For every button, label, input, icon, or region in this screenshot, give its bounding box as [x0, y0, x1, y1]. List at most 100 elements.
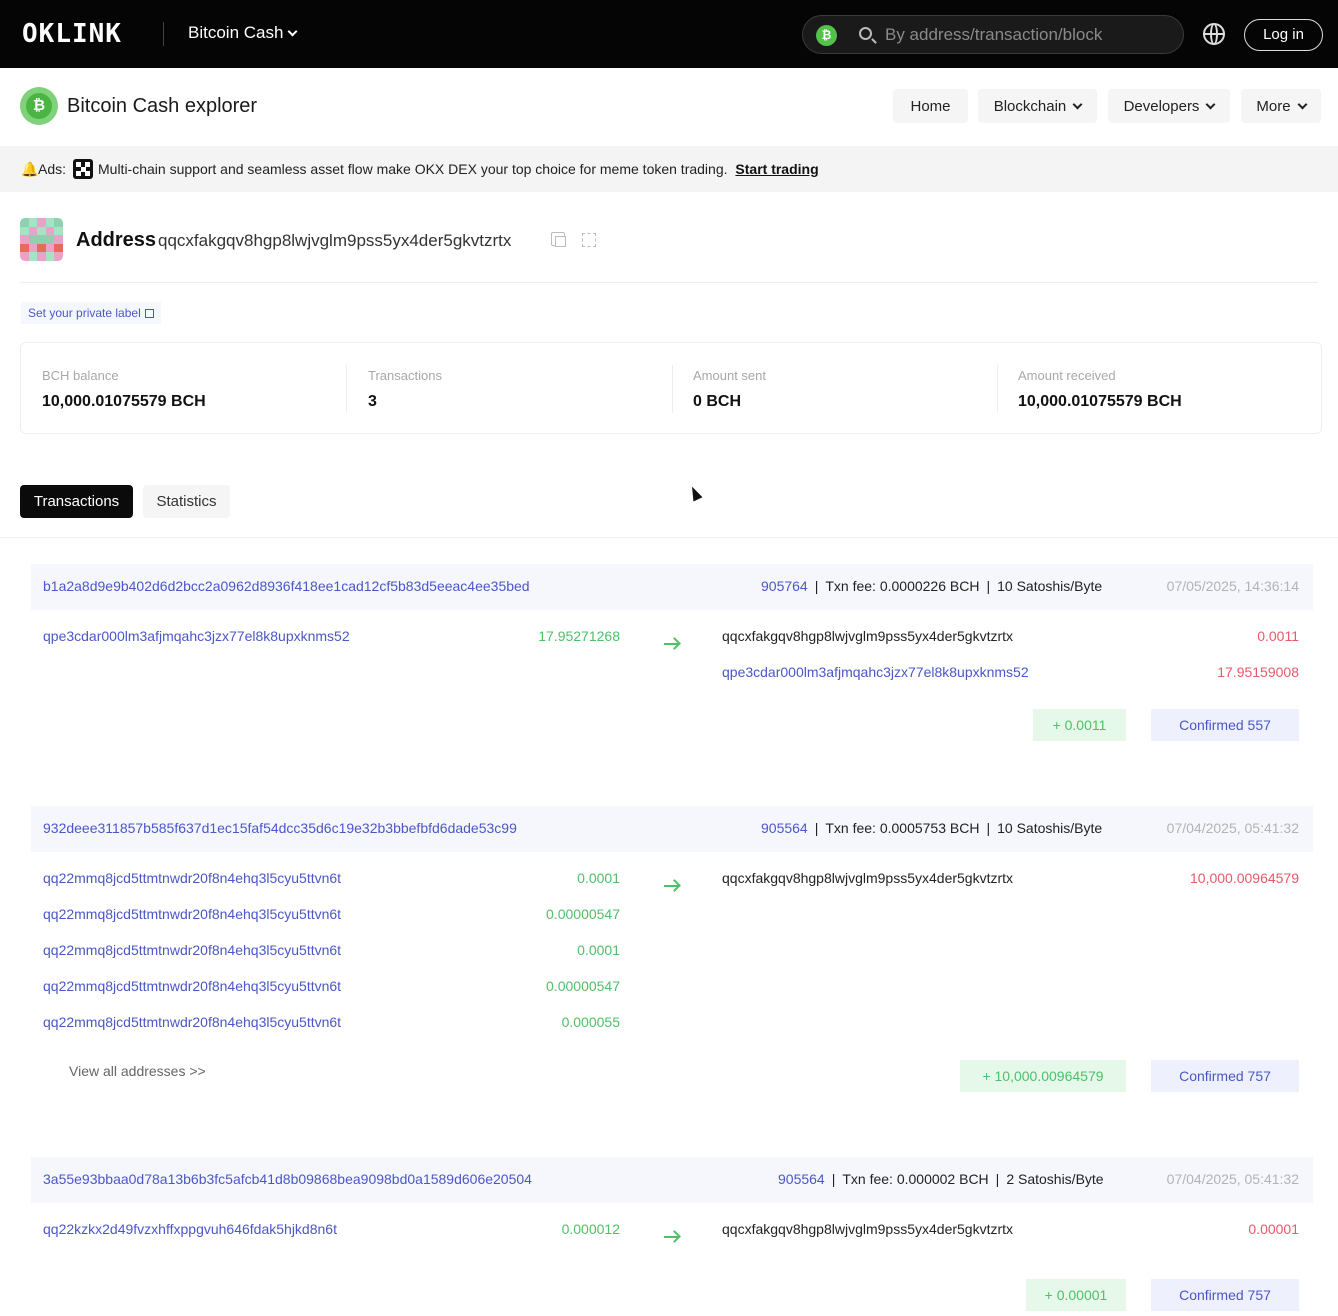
address-stats: BCH balance 10,000.01075579 BCH Transact…	[20, 342, 1322, 434]
explorer-brand[interactable]: ₿ Bitcoin Cash explorer	[20, 87, 257, 125]
stat-label: Transactions	[368, 368, 442, 383]
confirmations-badge: Confirmed 757	[1151, 1279, 1299, 1311]
tx-rate: 10 Satoshis/Byte	[997, 578, 1103, 594]
tx-hash-link[interactable]: 932deee311857b585f637d1ec15faf54dcc35d6c…	[43, 820, 517, 836]
input-address-link[interactable]: qq22mmq8jcd5ttmtnwdr20f8n4ehq3l5cyu5ttvn…	[43, 978, 341, 994]
input-address-link[interactable]: qq22mmq8jcd5ttmtnwdr20f8n4ehq3l5cyu5ttvn…	[43, 942, 341, 958]
tx-header: 932deee311857b585f637d1ec15faf54dcc35d6c…	[31, 806, 1313, 852]
ads-banner: 🔔 Ads: Multi-chain support and seamless …	[0, 146, 1338, 192]
stat-label: Amount received	[1018, 368, 1116, 383]
divider	[20, 282, 1318, 283]
output-address: qqcxfakgqv8hgp8lwjvglm9pss5yx4der5gkvtzr…	[722, 870, 1014, 886]
output-amount: 0.0011	[1257, 628, 1299, 644]
input-address-link[interactable]: qpe3cdar000lm3afjmqahc3jzx77el8k8upxknms…	[43, 628, 350, 644]
input-address-link[interactable]: qq22mmq8jcd5ttmtnwdr20f8n4ehq3l5cyu5ttvn…	[43, 906, 341, 922]
stat-value: 3	[368, 393, 377, 410]
top-divider	[163, 22, 164, 46]
stat-divider	[672, 365, 673, 413]
tx-meta: 905564 | Txn fee: 0.000002 BCH | 2 Satoshis/…	[778, 1171, 1104, 1187]
ads-label: Ads:	[38, 161, 67, 177]
explorer-title: Bitcoin Cash explorer	[67, 94, 258, 117]
tx-hash-link[interactable]: b1a2a8d9e9b402d6d2bcc2a0962d8936f418ee1c…	[43, 578, 530, 594]
nav-developers[interactable]: Developers	[1108, 89, 1230, 123]
nav-blockchain[interactable]: Blockchain	[978, 89, 1097, 123]
output-address-link[interactable]: qpe3cdar000lm3afjmqahc3jzx77el8k8upxknms…	[722, 664, 1029, 680]
qr-code-icon[interactable]	[582, 233, 596, 247]
tx-meta: 905764 | Txn fee: 0.0000226 BCH | 10 Satoshi…	[761, 578, 1103, 594]
tx-fee: Txn fee: 0.0000226 BCH	[825, 578, 980, 594]
output-amount: 0.00001	[1248, 1221, 1299, 1237]
nav-more[interactable]: More	[1241, 89, 1321, 123]
output-amount: 17.95159008	[1217, 664, 1299, 680]
oklink-logo[interactable]: O K L I N K	[22, 19, 121, 49]
nav-home[interactable]: Home	[893, 89, 968, 123]
nav-label: More	[1256, 97, 1291, 115]
okx-logo-icon	[73, 159, 93, 179]
stat-value: 10,000.01075579 BCH	[1018, 393, 1182, 410]
nav-label: Developers	[1123, 97, 1200, 115]
input-address-link[interactable]: qq22kzkx2d49fvzxhffxppgvuh646fdak5hjkd8n…	[43, 1221, 337, 1237]
chain-select[interactable]: Bitcoin Cash	[188, 23, 298, 43]
view-all-addresses-link[interactable]: View all addresses >>	[69, 1063, 206, 1079]
input-address-link[interactable]: qq22mmq8jcd5ttmtnwdr20f8n4ehq3l5cyu5ttvn…	[43, 870, 341, 886]
bch-logo-icon: ₿	[20, 87, 58, 125]
tx-hash-link[interactable]: 3a55e93bbaa0d78a13b6b3fc5afcb41d8b09868b…	[43, 1171, 532, 1187]
chain-select-label: Bitcoin Cash	[188, 23, 284, 42]
block-link[interactable]: 905564	[778, 1171, 825, 1187]
bch-coin-icon[interactable]: ₿	[816, 25, 837, 46]
arrow-right-icon	[664, 885, 678, 887]
tx-header: 3a55e93bbaa0d78a13b6b3fc5afcb41d8b09868b…	[31, 1157, 1313, 1203]
start-trading-link[interactable]: Start trading	[735, 161, 818, 177]
tx-fee: Txn fee: 0.0005753 BCH	[825, 820, 980, 836]
set-private-label-button[interactable]: Set your private label	[21, 302, 161, 324]
balance-delta-badge: + 0.00001	[1026, 1279, 1126, 1311]
input-amount: 0.0001	[577, 870, 620, 886]
private-label-text: Set your private label	[28, 306, 141, 320]
logo-letter: K	[38, 19, 55, 49]
balance-delta-badge: + 10,000.00964579	[960, 1060, 1126, 1092]
search-input[interactable]	[885, 24, 1175, 46]
input-address-link[interactable]: qq22mmq8jcd5ttmtnwdr20f8n4ehq3l5cyu5ttvn…	[43, 1014, 341, 1030]
logo-letter: O	[22, 19, 38, 49]
arrow-right-icon	[664, 1236, 678, 1238]
stat-label: BCH balance	[42, 368, 119, 383]
stat-divider	[346, 365, 347, 413]
nav-label: Home	[910, 97, 951, 115]
nav-label: Blockchain	[993, 97, 1067, 115]
copy-icon[interactable]	[551, 232, 566, 247]
address-avatar	[20, 218, 63, 261]
stat-value: 10,000.01075579 BCH	[42, 393, 206, 410]
top-bar: O K L I N K Bitcoin Cash ₿ Log in	[0, 0, 1338, 68]
block-link[interactable]: 905764	[761, 578, 808, 594]
tx-rate: 10 Satoshis/Byte	[997, 820, 1103, 836]
search-box[interactable]: ₿	[802, 15, 1184, 54]
login-button[interactable]: Log in	[1244, 19, 1323, 51]
tx-rate: 2 Satoshis/Byte	[1006, 1171, 1104, 1187]
input-amount: 0.00000547	[546, 906, 620, 922]
input-amount: 17.95271268	[538, 628, 620, 644]
tab-statistics[interactable]: Statistics	[143, 485, 230, 518]
arrow-right-icon	[664, 643, 678, 645]
stat-divider	[997, 365, 998, 413]
bell-icon: 🔔	[21, 161, 39, 177]
chevron-down-icon	[1205, 99, 1216, 109]
input-amount: 0.000055	[561, 1014, 620, 1030]
output-address: qqcxfakgqv8hgp8lwjvglm9pss5yx4der5gkvtzr…	[722, 1221, 1014, 1237]
divider	[0, 537, 1338, 538]
mouse-cursor-icon	[687, 484, 703, 502]
input-amount: 0.000012	[561, 1221, 620, 1237]
tx-time: 07/04/2025, 05:41:32	[1166, 1171, 1299, 1187]
block-link[interactable]: 905564	[761, 820, 808, 836]
logo-letter: K	[105, 19, 121, 49]
input-amount: 0.0001	[577, 942, 620, 958]
input-amount: 0.00000547	[546, 978, 620, 994]
tx-time: 07/04/2025, 05:41:32	[1166, 820, 1299, 836]
tab-transactions[interactable]: Transactions	[20, 485, 133, 518]
confirmations-badge: Confirmed 557	[1151, 709, 1299, 741]
logo-letter: L	[55, 19, 71, 49]
tx-time: 07/05/2025, 14:36:14	[1166, 578, 1299, 594]
balance-delta-badge: + 0.0011	[1033, 709, 1126, 741]
tx-fee: Txn fee: 0.000002 BCH	[842, 1171, 989, 1187]
globe-icon[interactable]	[1203, 23, 1225, 45]
search-icon	[859, 27, 872, 40]
